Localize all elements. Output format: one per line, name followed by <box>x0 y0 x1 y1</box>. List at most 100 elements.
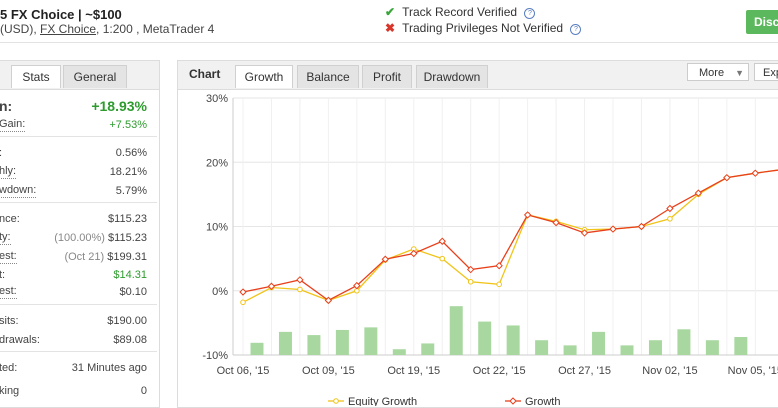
stat-value: +18.93% <box>91 97 147 115</box>
volume-bar <box>734 337 748 355</box>
tab-drawdown[interactable]: Drawdown <box>416 65 488 88</box>
account-details: , 1:200 , MetaTrader 4 <box>96 22 215 36</box>
stat-label: t: <box>0 269 6 281</box>
volume-bar <box>307 335 321 355</box>
stat-label: est: <box>0 285 17 299</box>
stat-number: 0 <box>140 385 147 397</box>
stat-number: $115.23 <box>108 232 147 244</box>
divider <box>0 304 157 305</box>
stat-note: (100.00%) <box>54 232 105 244</box>
volume-bar <box>250 342 264 355</box>
stat-label: king <box>0 385 20 397</box>
data-point <box>723 173 731 182</box>
stats-tabs: Stats General <box>0 61 159 90</box>
volume-bar <box>364 327 378 355</box>
volume-bar <box>392 349 406 355</box>
volume-bar <box>535 340 549 355</box>
stat-number: 31 Minutes ago <box>71 362 147 374</box>
y-tick-label: -10% <box>202 350 228 362</box>
divider <box>0 202 157 203</box>
discuss-button[interactable]: Disc <box>746 10 778 34</box>
growth-chart: -10% 0% 10% 20% 30% Oct 06, '15 Oct 09, '15 Oct… <box>202 93 778 406</box>
y-tick-label: 10% <box>206 222 228 234</box>
stat-row: est: $0.10 <box>0 283 157 301</box>
stat-row: n: +18.93% <box>0 97 157 115</box>
stat-row: Gain: +7.53% <box>0 116 157 134</box>
help-icon[interactable]: ? <box>570 24 582 35</box>
y-tick-label: 0% <box>212 286 228 298</box>
volume-bar <box>563 345 577 355</box>
tab-stats[interactable]: Stats <box>11 65 61 88</box>
stat-value: $0.10 <box>119 283 147 301</box>
x-tick-label: Nov 02, '15 <box>642 365 697 377</box>
tab-balance[interactable]: Balance <box>297 65 359 88</box>
privileges-status: ✖ Trading Privileges Not Verified ? <box>385 21 582 35</box>
account-currency: (USD), <box>0 22 37 36</box>
more-dropdown[interactable]: More ▼ <box>687 63 749 81</box>
stats-panel: Stats General n: +18.93% Gain: +7.53%: 0.56%… <box>0 60 160 408</box>
stat-value: $89.08 <box>113 331 147 349</box>
tab-growth[interactable]: Growth <box>235 65 293 88</box>
stat-number: $14.31 <box>113 269 147 281</box>
volume-bar <box>278 331 292 355</box>
stat-value: +7.53% <box>109 116 147 134</box>
tab-general[interactable]: General <box>63 65 127 88</box>
stat-number: 5.79% <box>115 185 147 197</box>
check-icon: ✔ <box>385 5 396 19</box>
data-point <box>496 281 502 288</box>
data-point <box>523 211 532 219</box>
stat-row: ty: (100.00%) $115.23 <box>0 229 157 247</box>
data-point <box>751 169 760 177</box>
divider <box>0 351 157 352</box>
more-label: More <box>699 67 725 79</box>
stat-row: king 0 <box>0 382 157 400</box>
account-subtitle: (USD), FX Choice, 1:200 , MetaTrader 4 <box>0 22 214 36</box>
stat-number: $89.08 <box>113 334 147 346</box>
stat-row: wdown: 5.79% <box>0 182 157 200</box>
cross-icon: ✖ <box>385 21 396 35</box>
stat-value: 18.21% <box>110 163 147 181</box>
series-line-equity-growth <box>242 169 778 303</box>
data-point <box>297 286 303 293</box>
stat-label: sits: <box>0 315 19 327</box>
data-point <box>637 222 646 231</box>
chevron-down-icon: ▼ <box>735 68 744 78</box>
tab-profit[interactable]: Profit <box>362 65 412 88</box>
stat-number: $0.10 <box>119 286 147 298</box>
stat-row: ted: 31 Minutes ago <box>0 359 157 377</box>
stat-number: $199.31 <box>107 251 147 263</box>
volume-bar <box>478 321 492 355</box>
export-button[interactable]: Exp <box>754 63 778 81</box>
x-tick-label: Oct 22, '15 <box>473 365 526 377</box>
stat-row: sits: $190.00 <box>0 312 157 330</box>
data-point <box>240 299 246 306</box>
x-tick-label: Oct 09, '15 <box>302 365 355 377</box>
data-point <box>467 278 474 285</box>
data-point <box>439 255 446 262</box>
data-point <box>410 249 418 258</box>
x-tick-label: Nov 05, '15 <box>728 365 778 377</box>
stat-value: 0 <box>141 382 147 400</box>
help-icon[interactable]: ? <box>524 8 536 19</box>
stat-number: 0.56% <box>115 147 147 159</box>
volume-bar <box>506 325 520 355</box>
legend-label: Growth <box>525 396 560 406</box>
privileges-text: Trading Privileges Not Verified <box>402 21 564 35</box>
broker-link[interactable]: FX Choice <box>40 22 96 36</box>
x-tick-label: Oct 19, '15 <box>387 365 440 377</box>
y-tick-label: 30% <box>206 93 228 105</box>
volume-bar <box>620 345 634 355</box>
stat-number: 18.21% <box>109 166 147 178</box>
account-title: 5 FX Choice | ~$100 <box>0 7 122 22</box>
chart-tabs: Chart Growth Balance Profit Drawdown Mor… <box>178 61 778 90</box>
volume-bar <box>705 340 719 355</box>
stat-value: $14.31 <box>113 266 147 284</box>
x-tick-label: Oct 27, '15 <box>558 365 611 377</box>
stat-value: 5.79% <box>116 182 147 200</box>
stat-number: +18.93% <box>91 98 147 114</box>
volume-bar <box>648 340 662 355</box>
stat-label: drawals: <box>0 334 40 346</box>
stat-value: (100.00%) $115.23 <box>54 229 147 247</box>
stat-row: nce: $115.23 <box>0 210 157 228</box>
volume-bar <box>677 329 691 355</box>
